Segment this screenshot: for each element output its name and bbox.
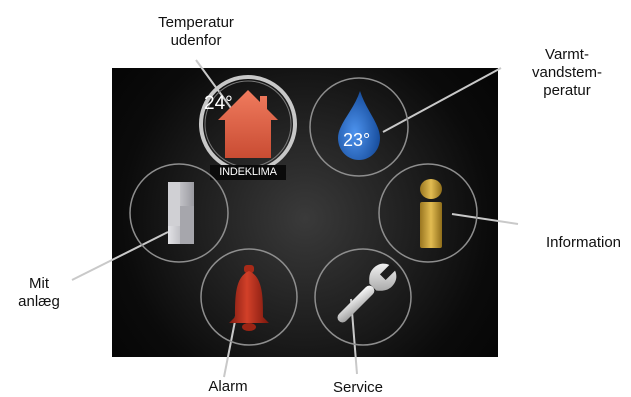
- menu-item-indoor-climate[interactable]: [198, 74, 298, 174]
- callout-information-text: Information: [545, 234, 622, 251]
- menu-item-service[interactable]: [312, 247, 414, 347]
- callout-information: Information: [536, 234, 631, 252]
- outdoor-temp-value: 24°: [204, 93, 233, 114]
- callout-hot-water-temperature-text: Varmt- vandstem- peratur: [531, 46, 603, 99]
- bell-icon: [200, 248, 298, 346]
- callout-alarm-text: Alarm: [208, 378, 248, 395]
- callout-outdoor-temperature: Temperatur udenfor: [137, 14, 255, 50]
- callout-outdoor-temperature-text: Temperatur udenfor: [158, 14, 234, 49]
- callout-my-system-text: Mit anlæg: [18, 275, 60, 310]
- hot-water-temp-value: 23°: [343, 130, 371, 150]
- callout-service-text: Service: [332, 379, 384, 396]
- house-icon: [199, 75, 297, 173]
- callout-service: Service: [323, 379, 393, 397]
- callout-my-system: Mit anlæg: [14, 275, 64, 311]
- callout-alarm: Alarm: [193, 378, 263, 396]
- wrench-icon: [314, 248, 412, 346]
- callout-hot-water-temperature: Varmt- vandstem- peratur: [522, 46, 612, 100]
- menu-item-alarm[interactable]: [199, 247, 299, 347]
